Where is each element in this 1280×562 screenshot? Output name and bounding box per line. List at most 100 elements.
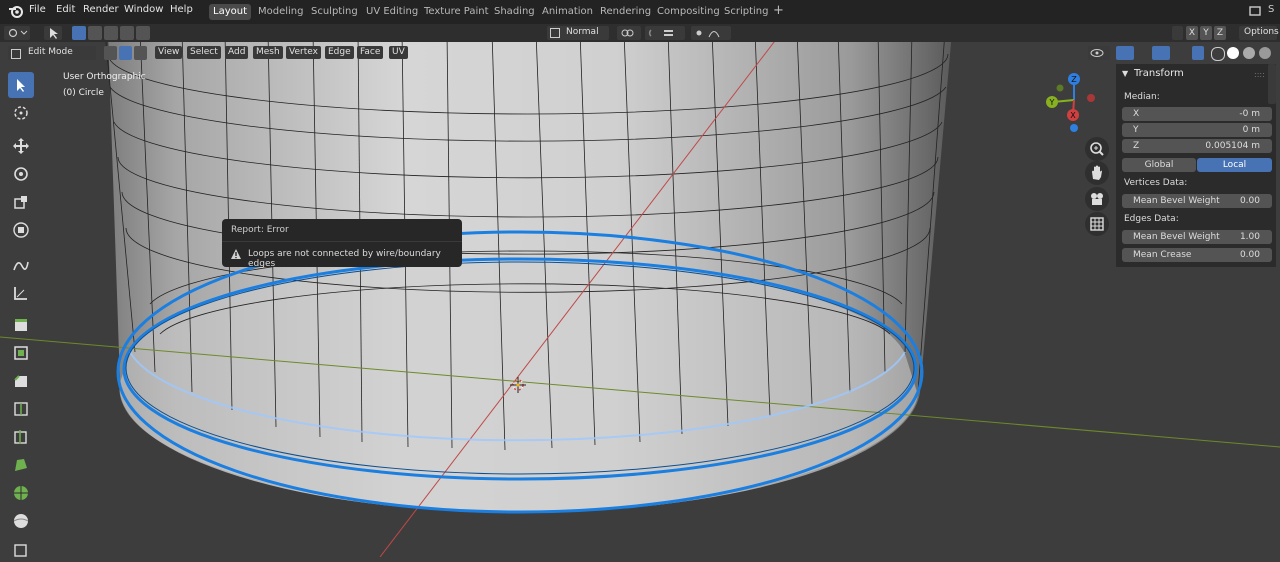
orientation-dropdown[interactable]: Normal bbox=[547, 26, 609, 40]
poly-build-tool[interactable] bbox=[8, 452, 34, 478]
tab-layout[interactable]: Layout bbox=[209, 4, 251, 20]
axis-y-button[interactable]: Y bbox=[1200, 26, 1212, 40]
menu-file[interactable]: File bbox=[29, 4, 46, 15]
face-select-mode-icon[interactable] bbox=[134, 46, 147, 60]
tab-animation[interactable]: Animation bbox=[538, 4, 597, 20]
scale-tool[interactable] bbox=[8, 189, 34, 215]
axis-z-button[interactable]: Z bbox=[1214, 26, 1226, 40]
select-extend-icon[interactable] bbox=[88, 26, 102, 40]
loop-cut-tool[interactable] bbox=[8, 396, 34, 422]
median-label: Median: bbox=[1124, 92, 1160, 102]
menu-window[interactable]: Window bbox=[124, 4, 163, 15]
select-invert-icon[interactable] bbox=[120, 26, 134, 40]
menu-face[interactable]: Face bbox=[357, 46, 384, 59]
median-x-field[interactable]: X -0 m bbox=[1122, 107, 1272, 121]
menu-help[interactable]: Help bbox=[170, 4, 193, 15]
cursor-tool[interactable] bbox=[8, 100, 34, 126]
axis-lock-icon[interactable] bbox=[1172, 26, 1183, 40]
rotate-tool[interactable] bbox=[8, 161, 34, 187]
pivot-point-button[interactable] bbox=[617, 26, 641, 40]
menu-mesh[interactable]: Mesh bbox=[253, 46, 283, 59]
axis-x-button[interactable]: X bbox=[1186, 26, 1198, 40]
global-toggle[interactable]: Global bbox=[1122, 158, 1196, 172]
median-y-field[interactable]: Y 0 m bbox=[1122, 123, 1272, 137]
y-value: 0 m bbox=[1242, 125, 1260, 135]
menu-render[interactable]: Render bbox=[83, 4, 119, 15]
options-dropdown[interactable]: Options bbox=[1239, 26, 1279, 40]
warning-icon bbox=[230, 248, 242, 260]
vertex-select-mode-icon[interactable] bbox=[104, 46, 117, 60]
move-tool[interactable] bbox=[8, 133, 34, 159]
measure-tool[interactable] bbox=[8, 280, 34, 306]
tab-rendering[interactable]: Rendering bbox=[596, 4, 655, 20]
blender-logo-icon[interactable] bbox=[8, 3, 24, 19]
select-new-icon[interactable] bbox=[72, 26, 86, 40]
select-box-tool[interactable] bbox=[8, 72, 34, 98]
panel-drag-handle-icon[interactable]: :::: bbox=[1254, 70, 1265, 79]
edge-slide-tool[interactable] bbox=[8, 536, 34, 562]
vertices-data-label: Vertices Data: bbox=[1124, 178, 1188, 188]
median-z-field[interactable]: Z 0.005104 m bbox=[1122, 139, 1272, 153]
select-intersect-icon[interactable] bbox=[136, 26, 150, 40]
smooth-tool[interactable] bbox=[8, 508, 34, 534]
zoom-button[interactable] bbox=[1085, 137, 1109, 161]
snapping-button[interactable] bbox=[645, 26, 685, 40]
panel-title[interactable]: Transform bbox=[1134, 68, 1184, 79]
wireframe-shading-icon[interactable] bbox=[1211, 47, 1225, 61]
tab-texture-paint[interactable]: Texture Paint bbox=[420, 4, 493, 20]
menu-uv[interactable]: UV bbox=[389, 46, 408, 59]
mode-dropdown[interactable]: Edit Mode bbox=[8, 46, 96, 60]
scene-icon[interactable] bbox=[1248, 4, 1262, 18]
tab-shading[interactable]: Shading bbox=[490, 4, 539, 20]
xray-toggle-icon[interactable] bbox=[1192, 46, 1204, 60]
add-workspace-button[interactable]: + bbox=[773, 3, 784, 18]
inset-tool[interactable] bbox=[8, 340, 34, 366]
panel-collapse-icon[interactable]: ▼ bbox=[1122, 69, 1128, 78]
z-label: Z bbox=[1133, 141, 1140, 151]
grid-projection-icon[interactable] bbox=[1085, 212, 1109, 236]
edge-crease-value: 0.00 bbox=[1239, 250, 1260, 260]
knife-tool[interactable] bbox=[8, 424, 34, 450]
bevel-tool[interactable] bbox=[8, 368, 34, 394]
editor-type-button[interactable] bbox=[4, 26, 30, 40]
edge-bevel-value: 1.00 bbox=[1239, 232, 1260, 242]
sidebar-tab-strip[interactable] bbox=[1268, 64, 1276, 104]
select-tool-button[interactable] bbox=[44, 26, 62, 40]
edge-bevel-weight-field[interactable]: Mean Bevel Weight 1.00 bbox=[1122, 230, 1272, 244]
rendered-shading-icon[interactable] bbox=[1259, 47, 1271, 59]
tab-scripting[interactable]: Scripting bbox=[720, 4, 772, 20]
tab-uv-editing[interactable]: UV Editing bbox=[362, 4, 422, 20]
tab-modeling[interactable]: Modeling bbox=[254, 4, 308, 20]
pan-hand-icon[interactable] bbox=[1085, 161, 1109, 185]
proportional-edit-button[interactable] bbox=[691, 26, 731, 40]
navigation-gizmo[interactable]: Z Y X bbox=[1043, 72, 1103, 132]
menu-add[interactable]: Add bbox=[225, 46, 249, 59]
annotate-tool[interactable] bbox=[8, 252, 34, 278]
extrude-tool[interactable] bbox=[8, 312, 34, 338]
vertex-bevel-value: 0.00 bbox=[1239, 196, 1260, 206]
material-shading-icon[interactable] bbox=[1243, 47, 1255, 59]
spin-tool[interactable] bbox=[8, 480, 34, 506]
x-value: -0 m bbox=[1239, 109, 1260, 119]
vertex-bevel-weight-field[interactable]: Mean Bevel Weight 0.00 bbox=[1122, 194, 1272, 208]
edit-mode-icon bbox=[11, 49, 21, 59]
edge-select-mode-icon[interactable] bbox=[119, 46, 132, 60]
menu-view[interactable]: View bbox=[155, 46, 183, 59]
local-toggle[interactable]: Local bbox=[1197, 158, 1272, 172]
overlay-toggle-icon[interactable] bbox=[1152, 46, 1170, 60]
edge-crease-field[interactable]: Mean Crease 0.00 bbox=[1122, 248, 1272, 262]
solid-shading-icon[interactable] bbox=[1227, 47, 1239, 59]
visibility-icon[interactable] bbox=[1088, 46, 1110, 60]
report-title: Report: Error bbox=[231, 225, 289, 235]
menu-select[interactable]: Select bbox=[187, 46, 221, 59]
select-subtract-icon[interactable] bbox=[104, 26, 118, 40]
menu-vertex[interactable]: Vertex bbox=[286, 46, 321, 59]
transform-tool[interactable] bbox=[8, 217, 34, 243]
tab-sculpting[interactable]: Sculpting bbox=[307, 4, 362, 20]
camera-view-icon[interactable] bbox=[1085, 187, 1109, 211]
menu-edge[interactable]: Edge bbox=[325, 46, 354, 59]
x-label: X bbox=[1133, 109, 1140, 119]
gizmo-toggle-icon[interactable] bbox=[1116, 46, 1134, 60]
tab-compositing[interactable]: Compositing bbox=[653, 4, 724, 20]
menu-edit[interactable]: Edit bbox=[56, 4, 75, 15]
